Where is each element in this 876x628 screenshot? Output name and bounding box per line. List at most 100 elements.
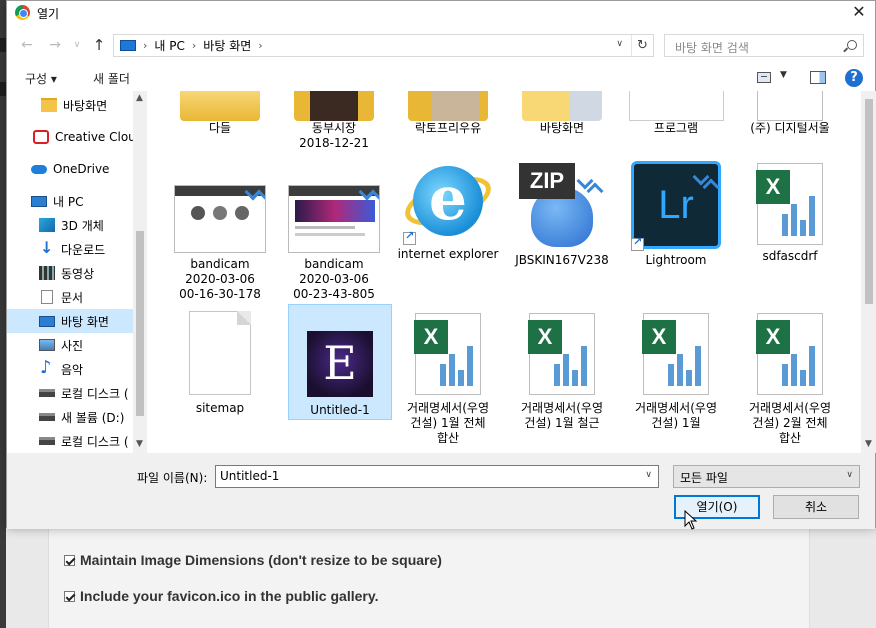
sidebar-item-documents[interactable]: 문서 [7, 285, 133, 309]
file-name: 동부시장 2018-12-21 [299, 121, 369, 150]
file-item[interactable]: X 거래명세서(우영 건설) 1월 철근 [511, 313, 613, 431]
file-list-scrollbar[interactable]: ▼ [861, 91, 876, 453]
file-name: 거래명세서(우영 건설) 1월 [635, 401, 717, 430]
sidebar-item-videos[interactable]: 동영상 [7, 261, 133, 285]
file-name: sitemap [195, 401, 245, 415]
zip-tag: ZIP [519, 163, 575, 199]
file-list-scroll-thumb[interactable] [865, 99, 873, 304]
scroll-up-arrow-icon[interactable]: ▲ [136, 93, 143, 103]
back-arrow-icon[interactable]: ← [19, 37, 35, 53]
sidebar-item-label: 바탕 화면 [61, 314, 109, 329]
internet-explorer-icon: e [398, 161, 498, 245]
sidebar-item-local-disk-2[interactable]: 로컬 디스크 ( [7, 429, 133, 453]
excel-file-icon [757, 91, 823, 121]
sync-icon [247, 186, 265, 204]
new-folder-button[interactable]: 새 폴더 [93, 70, 130, 87]
sidebar-item-3d-objects[interactable]: 3D 개체 [7, 213, 133, 237]
chevron-right-icon[interactable]: › [143, 39, 147, 52]
file-item[interactable]: ZIP JBSKIN167V238 [511, 161, 613, 268]
file-item[interactable]: sitemap [169, 311, 271, 416]
file-name: 바탕화면 [539, 121, 585, 135]
sidebar-item-downloads[interactable]: 다운로드 [7, 237, 133, 261]
file-item[interactable]: Lr Lightroom [625, 161, 727, 268]
chevron-down-icon[interactable]: ∨ [645, 470, 652, 480]
search-icon[interactable] [847, 40, 857, 50]
program-file-icon [628, 91, 724, 121]
file-name: (주) 디지털서울 [750, 121, 830, 135]
sidebar-item-desktop[interactable]: 바탕 화면 [7, 309, 133, 333]
maintain-dimensions-checkbox[interactable] [64, 554, 75, 566]
maintain-dimensions-option[interactable]: Maintain Image Dimensions (don't resize … [64, 552, 442, 568]
chevron-right-icon[interactable]: › [192, 39, 196, 52]
recent-locations-icon[interactable]: ∨ [69, 37, 85, 53]
file-item[interactable]: (주) 디지털서울 [739, 91, 841, 136]
file-item-selected[interactable]: E Untitled-1 [288, 304, 392, 420]
view-options-icon[interactable] [757, 72, 771, 83]
file-item[interactable]: X 거래명세서(우영 건설) 1월 [625, 313, 727, 431]
file-item[interactable]: 다들 [169, 91, 271, 136]
file-list: 다들 동부시장 2018-12-21 락토프리우유 바탕화면 프로그램 (주) … [155, 91, 861, 453]
cancel-button[interactable]: 취소 [773, 495, 859, 519]
sidebar-item-pictures[interactable]: 사진 [7, 333, 133, 357]
chevron-down-icon[interactable]: ∨ [616, 39, 623, 49]
sidebar-item-creative-cloud[interactable]: Creative Cloud [7, 125, 143, 149]
public-gallery-option[interactable]: Include your favicon.ico in the public g… [64, 588, 378, 604]
help-icon[interactable]: ? [845, 69, 863, 87]
sidebar-item-onedrive[interactable]: OneDrive [7, 157, 133, 181]
close-button[interactable]: ✕ [849, 2, 869, 22]
sync-icon [695, 171, 717, 193]
sidebar-item-label: 동영상 [61, 266, 95, 281]
sidebar-scrollbar[interactable]: ▲ ▼ [133, 91, 147, 453]
preview-pane-icon[interactable] [810, 71, 826, 84]
up-arrow-icon[interactable]: ↑ [91, 37, 107, 53]
image-thumbnail [174, 185, 266, 253]
sidebar-item-volume-d[interactable]: 새 볼륨 (D:) [7, 405, 133, 429]
creative-cloud-icon [33, 130, 49, 144]
forward-arrow-icon[interactable]: → [47, 37, 63, 53]
search-box[interactable]: 바탕 화면 검색 [664, 34, 864, 57]
filename-input[interactable]: Untitled-1 ∨ [215, 465, 659, 488]
file-type-select[interactable]: 모든 파일 ∨ [673, 465, 860, 488]
picture-icon [39, 339, 55, 351]
file-item[interactable]: bandicam 2020-03-06 00-16-30-178 [169, 183, 271, 302]
generic-file-icon [189, 311, 251, 395]
breadcrumb-desktop[interactable]: 바탕 화면 [203, 37, 251, 54]
address-bar[interactable]: › 내 PC › 바탕 화면 › ∨ ↻ [113, 34, 654, 57]
sidebar-item-label: 내 PC [53, 194, 84, 209]
file-item[interactable]: X 거래명세서(우영 건설) 1월 전체 합산 [397, 313, 499, 446]
caret-down-icon[interactable]: ▼ [780, 70, 787, 80]
file-item[interactable]: 동부시장 2018-12-21 [283, 91, 385, 151]
scroll-down-arrow-icon[interactable]: ▼ [865, 439, 872, 449]
sidebar-item-desktop-folder[interactable]: 바탕화면 [7, 93, 133, 117]
organize-menu[interactable]: 구성 ▾ [25, 70, 57, 87]
file-item[interactable]: 프로그램 [625, 91, 727, 136]
sidebar-item-local-disk-c[interactable]: 로컬 디스크 ( [7, 381, 133, 405]
sidebar-item-label: 3D 개체 [61, 218, 104, 233]
folder-icon [180, 91, 260, 121]
refresh-icon[interactable]: ↻ [631, 35, 653, 56]
scroll-down-arrow-icon[interactable]: ▼ [136, 439, 143, 449]
file-item[interactable]: 바탕화면 [511, 91, 613, 136]
lightroom-icon: Lr [631, 161, 721, 251]
breadcrumb-pc[interactable]: 내 PC [154, 37, 184, 54]
file-item[interactable]: X 거래명세서(우영 건설) 2월 전체 합산 [739, 313, 841, 446]
drive-icon [39, 413, 55, 421]
shortcut-arrow-icon [631, 235, 644, 251]
public-gallery-checkbox[interactable] [64, 590, 75, 602]
excel-file-icon: X [642, 313, 709, 395]
sidebar-scroll-thumb[interactable] [136, 231, 144, 416]
download-arrow-icon [39, 238, 55, 257]
file-item[interactable]: 락토프리우유 [397, 91, 499, 136]
chevron-right-icon[interactable]: › [258, 39, 262, 52]
file-item[interactable]: e internet explorer [397, 161, 499, 262]
file-name: bandicam 2020-03-06 00-16-30-178 [179, 257, 261, 301]
sidebar-item-label: 문서 [61, 290, 84, 305]
sidebar-item-this-pc[interactable]: 내 PC [7, 189, 133, 213]
chevron-down-icon[interactable]: ∨ [846, 470, 853, 480]
file-name: 다들 [208, 121, 232, 135]
open-file-dialog: 열기 ✕ ← → ∨ ↑ › 내 PC › 바탕 화면 › ∨ ↻ 바탕 화면 … [6, 0, 876, 529]
command-bar: 구성 ▾ 새 폴더 ▼ ? [7, 65, 875, 91]
sidebar-item-music[interactable]: 음악 [7, 357, 133, 381]
file-item[interactable]: bandicam 2020-03-06 00-23-43-805 [283, 183, 385, 302]
file-item[interactable]: X sdfascdrf [739, 163, 841, 264]
